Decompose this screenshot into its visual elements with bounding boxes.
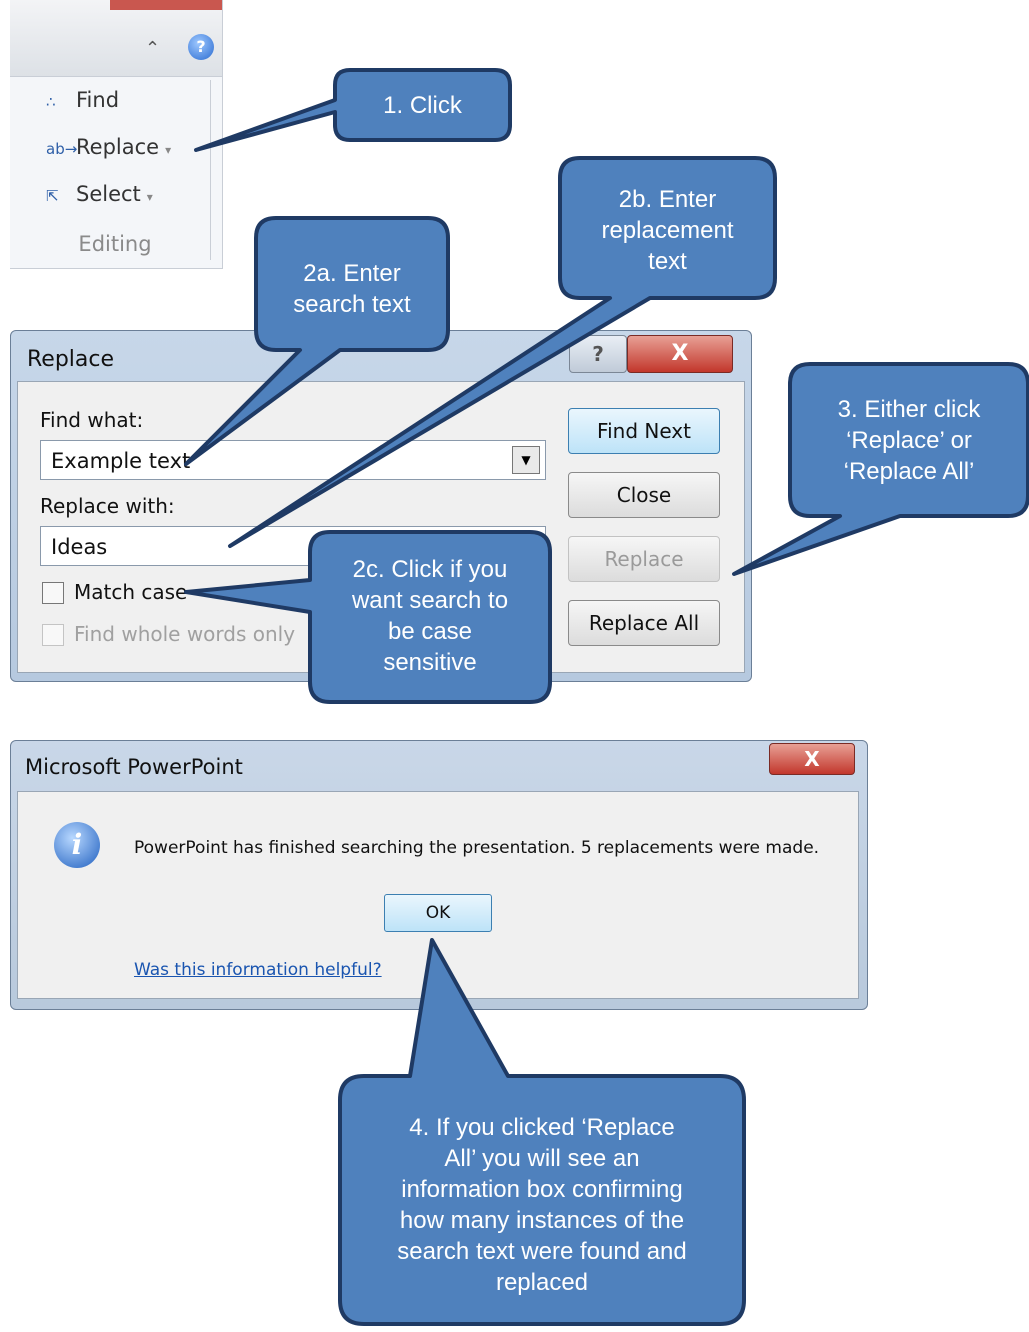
callout-3-text: 3. Either click ‘Replace’ or ‘Replace Al…	[790, 394, 1028, 487]
callout-2a-line1: 2a. Enter	[303, 260, 401, 287]
callout-1-line: 1. Click	[383, 92, 462, 119]
callout-2c-line4: sensitive	[383, 649, 477, 676]
callout-2a-text: 2a. Enter search text	[256, 258, 448, 320]
callout-2c-line2: want search to	[351, 587, 509, 614]
callout-2c-line3: be case	[387, 618, 473, 645]
callout-3-line3: ‘Replace All’	[843, 458, 975, 485]
callout-2c-text: 2c. Click if you want search to be case …	[310, 554, 550, 678]
callout-4-line6: replaced	[495, 1269, 589, 1296]
callout-2b-line3: text	[648, 248, 687, 275]
callout-4-line1: 4. If you clicked ‘Replace	[409, 1114, 675, 1141]
callout-4-text: 4. If you clicked ‘Replace All’ you will…	[340, 1112, 744, 1298]
callout-2a-line2: search text	[293, 291, 411, 318]
callout-2b-text: 2b. Enter replacement text	[560, 184, 775, 277]
callout-2c-line1: 2c. Click if you	[352, 556, 508, 583]
callout-2b-line2: replacement	[601, 217, 734, 244]
callout-1-text: 1. Click	[335, 90, 510, 121]
callout-2b-line1: 2b. Enter	[618, 186, 717, 213]
callout-3-line1: 3. Either click	[837, 396, 981, 423]
callout-4-line2: All’ you will see an	[444, 1145, 640, 1172]
callout-4-line3: information box confirming	[401, 1176, 683, 1203]
callout-4-line4: how many instances of the	[399, 1207, 685, 1234]
callout-3-line2: ‘Replace’ or	[846, 427, 972, 454]
callout-4-line5: search text were found and	[397, 1238, 687, 1265]
